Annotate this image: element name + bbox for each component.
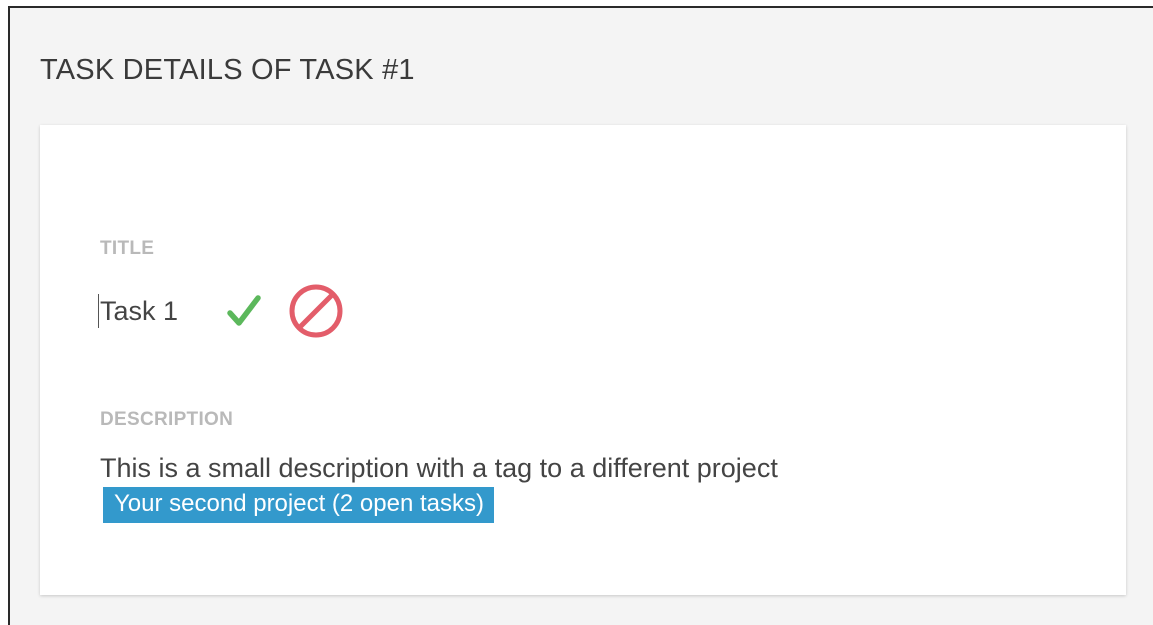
title-input[interactable] [98, 294, 216, 328]
task-details-card: TITLE DESCRIPTION This is a small descri… [40, 125, 1126, 595]
checkmark-icon [227, 295, 261, 326]
description-label: DESCRIPTION [100, 409, 234, 430]
cancel-button[interactable] [286, 281, 346, 341]
description-text: This is a small description with a tag t… [100, 453, 778, 483]
page-title: TASK DETAILS OF TASK #1 [40, 54, 415, 86]
confirm-button[interactable] [222, 288, 266, 334]
prohibited-icon [289, 284, 343, 338]
project-tag-link[interactable]: Your second project (2 open tasks) [103, 487, 494, 523]
title-label: TITLE [100, 238, 155, 259]
title-edit-row [98, 284, 346, 338]
task-details-panel: TASK DETAILS OF TASK #1 TITLE DESCRIPTIO… [8, 6, 1153, 625]
